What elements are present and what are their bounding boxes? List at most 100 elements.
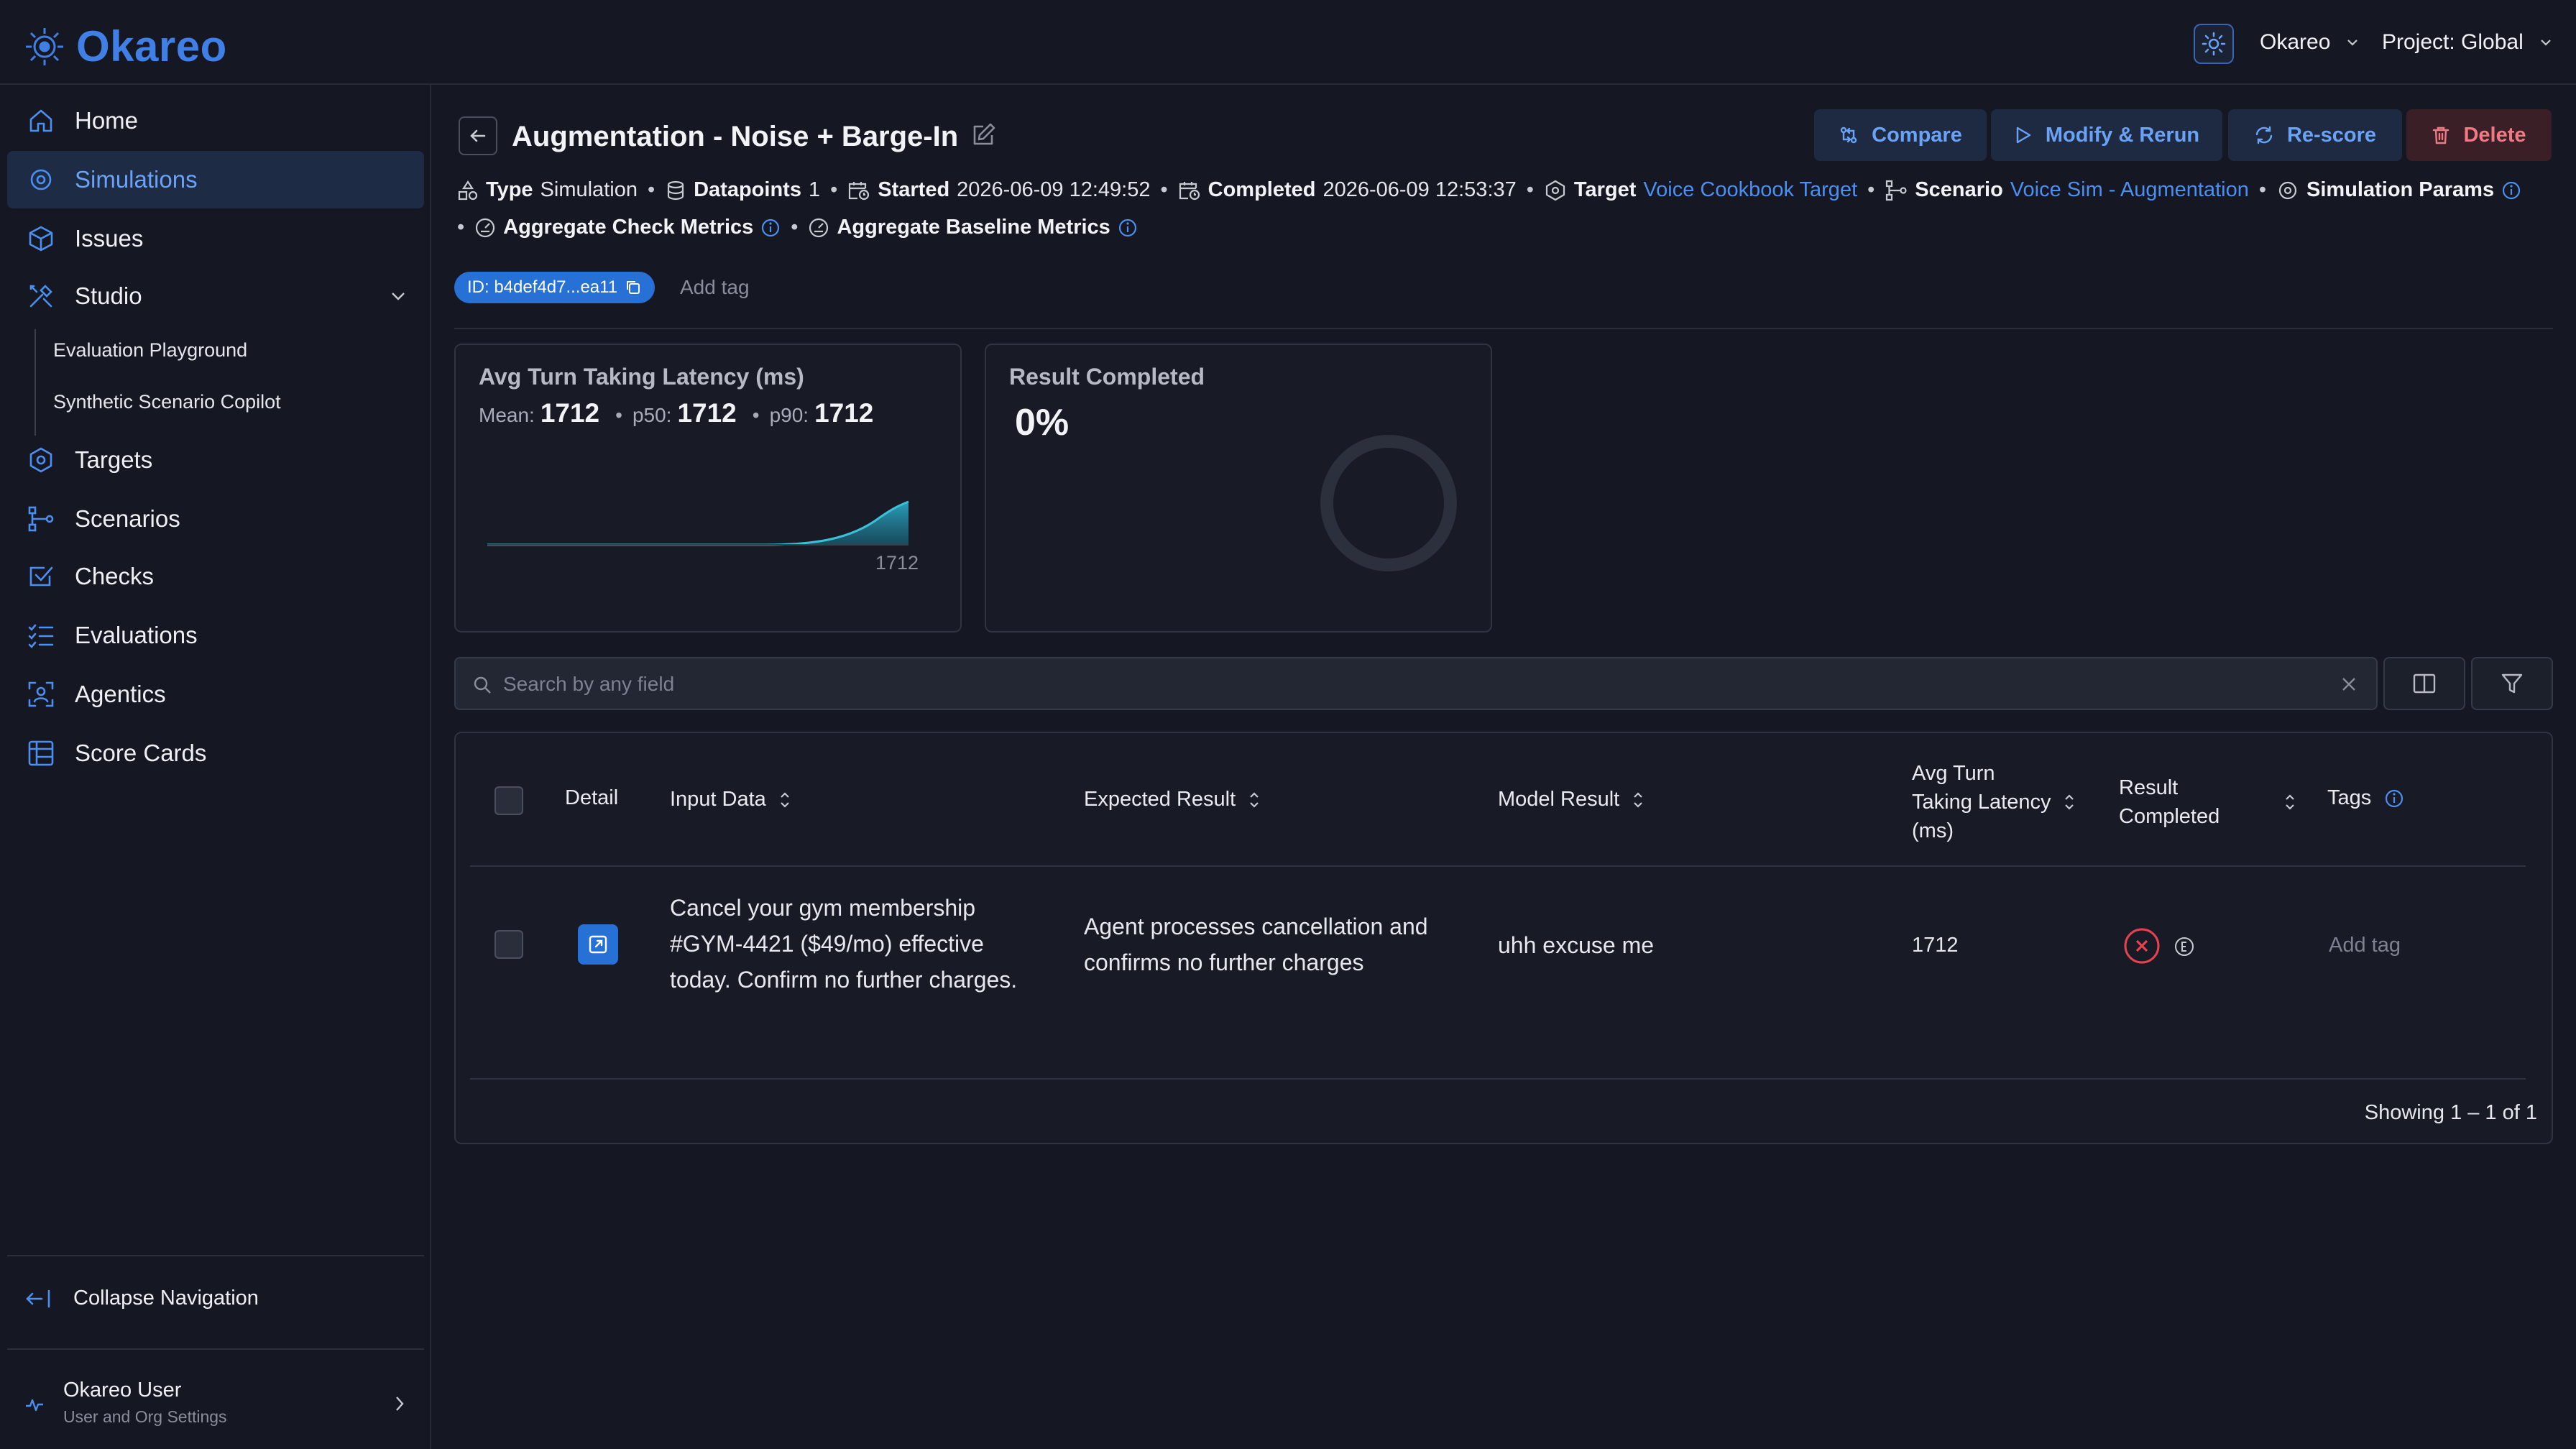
completed-label: Completed xyxy=(1208,178,1316,201)
sidebar-item-label: Home xyxy=(75,107,139,134)
chevron-down-icon xyxy=(392,293,405,300)
sort-icon[interactable] xyxy=(779,790,791,810)
sidebar-item-studio[interactable]: Studio xyxy=(7,267,424,325)
cube-icon xyxy=(24,222,58,255)
sidebar-item-agentics[interactable]: Agentics xyxy=(7,666,424,723)
app-logo[interactable]: Okareo xyxy=(24,22,227,71)
rescore-label: Re-score xyxy=(2286,123,2377,147)
copy-icon[interactable] xyxy=(625,279,642,296)
sidebar-item-label: Agentics xyxy=(75,681,166,707)
sidebar-item-home[interactable]: Home xyxy=(7,92,424,150)
gauge-icon xyxy=(809,218,829,237)
close-icon[interactable] xyxy=(2339,674,2359,694)
calendar-clock-icon xyxy=(1179,181,1200,200)
collapse-navigation-button[interactable]: Collapse Navigation xyxy=(24,1287,259,1310)
sidebar-item-simulations[interactable]: Simulations xyxy=(7,151,424,208)
sort-icon[interactable] xyxy=(1248,790,1260,810)
result-card-title: Result Completed xyxy=(1009,364,1205,390)
sidebar-item-scenarios[interactable]: Scenarios xyxy=(7,490,424,548)
sidebar-item-targets[interactable]: Targets xyxy=(7,431,424,489)
modify-rerun-button[interactable]: Modify & Rerun xyxy=(1991,109,2222,161)
column-header-label: Expected Result xyxy=(1084,788,1236,811)
sort-icon[interactable] xyxy=(2284,792,2296,812)
column-header-model-result[interactable]: Model Result xyxy=(1498,788,1644,811)
info-icon[interactable] xyxy=(2501,180,2521,201)
sidebar-item-issues[interactable]: Issues xyxy=(7,210,424,267)
input-data-line: #GYM-4421 ($49/mo) effective xyxy=(670,931,984,957)
open-detail-button[interactable] xyxy=(578,924,618,965)
sidebar-item-score-cards[interactable]: Score Cards xyxy=(7,724,424,782)
row-checkbox[interactable] xyxy=(494,930,523,959)
simulation-params-label: Simulation Params xyxy=(2306,178,2495,201)
table-footer-divider xyxy=(470,1078,2526,1080)
target-link[interactable]: Voice Cookbook Target xyxy=(1643,178,1857,202)
sidebar-item-evaluations[interactable]: Evaluations xyxy=(7,607,424,664)
chevron-down-icon xyxy=(2347,40,2358,46)
chevron-right-icon xyxy=(396,1397,404,1411)
aggregate-baseline-metrics-label: Aggregate Baseline Metrics xyxy=(837,216,1110,239)
sidebar-item-checks[interactable]: Checks xyxy=(7,548,424,605)
table-header-divider xyxy=(470,865,2526,867)
user-settings-button[interactable]: Okareo User User and Org Settings xyxy=(24,1377,413,1435)
delete-button[interactable]: Delete xyxy=(2406,109,2552,161)
column-header-label: Input Data xyxy=(670,788,766,811)
project-select[interactable]: Project: Global xyxy=(2382,30,2552,55)
studio-submenu-line xyxy=(34,329,36,436)
page-title: Augmentation - Noise + Barge-In xyxy=(512,121,959,152)
info-icon[interactable] xyxy=(2384,788,2404,809)
results-table: Detail Input Data Expected Result Model … xyxy=(454,732,2553,1144)
sort-icon[interactable] xyxy=(1632,790,1644,810)
search-bar[interactable]: Search by any field xyxy=(454,657,2378,710)
sidebar-item-label: Checks xyxy=(75,563,155,589)
theme-toggle-button[interactable] xyxy=(2194,24,2234,64)
select-all-checkbox[interactable] xyxy=(494,786,523,815)
search-input[interactable]: Search by any field xyxy=(503,673,674,696)
info-icon[interactable] xyxy=(760,218,781,238)
column-header-input-data[interactable]: Input Data xyxy=(670,788,791,811)
mean-label: Mean: xyxy=(479,404,535,426)
trash-icon xyxy=(2433,126,2450,144)
sun-icon xyxy=(2202,32,2226,56)
simulations-icon xyxy=(24,163,58,196)
columns-toggle-button[interactable] xyxy=(2383,657,2465,710)
table-icon xyxy=(24,737,58,770)
edit-title-button[interactable] xyxy=(969,121,998,150)
completed-value: 2026-06-09 12:53:37 xyxy=(1322,178,1517,201)
latency-axis-tick: 1712 xyxy=(875,552,919,574)
explain-icon[interactable] xyxy=(2174,936,2195,957)
shapes-icon xyxy=(458,180,478,200)
checkbox-icon xyxy=(24,560,58,593)
id-chip-label: ID: b4def4d7...ea11 xyxy=(467,277,618,297)
back-button[interactable] xyxy=(459,116,497,155)
home-icon xyxy=(24,104,58,137)
sidebar-subitem-evaluation-playground[interactable]: Evaluation Playground xyxy=(53,339,247,362)
compare-button[interactable]: Compare xyxy=(1814,109,1987,161)
play-icon xyxy=(2016,126,2031,144)
latency-stats: Mean: 1712 • p50: 1712 • p90: 1712 xyxy=(479,398,874,428)
arrow-left-icon xyxy=(470,129,486,142)
sidebar-subitem-synthetic-scenario-copilot[interactable]: Synthetic Scenario Copilot xyxy=(53,391,281,413)
scenario-link[interactable]: Voice Sim - Augmentation xyxy=(2010,178,2249,202)
top-bar: Okareo Okareo Project: Global xyxy=(0,0,2576,85)
org-select[interactable]: Okareo xyxy=(2260,30,2359,55)
filter-button[interactable] xyxy=(2471,657,2553,710)
sidebar-item-label: Evaluations xyxy=(75,622,198,648)
app-name: Okareo xyxy=(76,22,227,70)
info-icon[interactable] xyxy=(1118,218,1138,238)
column-header-result-completed[interactable]: Result Completed xyxy=(2119,773,2296,831)
add-tag-button[interactable]: Add tag xyxy=(680,276,750,299)
add-tag-button[interactable]: Add tag xyxy=(2329,927,2401,963)
type-label: Type xyxy=(486,178,533,201)
rescore-button[interactable]: Re-score xyxy=(2228,109,2402,161)
branch-icon xyxy=(24,502,58,535)
pagination-summary: Showing 1 – 1 of 1 xyxy=(2364,1101,2537,1124)
column-header-avg-turn-latency[interactable]: Avg Turn Taking Latency (ms) xyxy=(1912,759,2075,845)
search-icon xyxy=(474,676,491,694)
type-value: Simulation xyxy=(540,178,638,201)
column-header-expected-result[interactable]: Expected Result xyxy=(1084,788,1260,811)
sort-icon[interactable] xyxy=(2064,792,2075,812)
branch-icon xyxy=(1886,180,1907,201)
id-chip[interactable]: ID: b4def4d7...ea11 xyxy=(454,272,656,303)
chevron-down-icon xyxy=(2540,40,2551,46)
user-subtitle: User and Org Settings xyxy=(63,1407,227,1426)
